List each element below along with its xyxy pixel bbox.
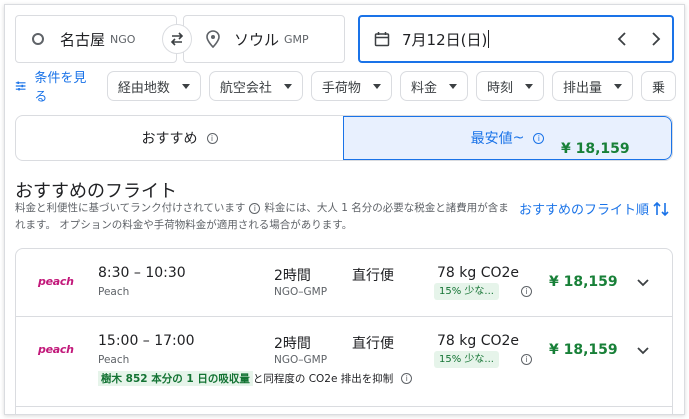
swap-icon xyxy=(170,32,184,46)
origin-field[interactable]: 名古屋 NGO xyxy=(15,15,177,63)
airline-name: Peach xyxy=(98,354,130,366)
info-icon[interactable]: i xyxy=(249,203,261,214)
eco-highlight: 樹木 852 本分の 1 日の吸収量 xyxy=(98,371,253,386)
flight-times: 8:30 – 10:30 xyxy=(98,265,186,281)
filter-times-label: 時刻 xyxy=(486,80,513,96)
flight-duration: 2時間 xyxy=(274,268,311,284)
info-icon[interactable]: i xyxy=(521,286,532,297)
sort-order-label: おすすめのフライト順 xyxy=(519,203,650,218)
filter-bags-label: 手荷物 xyxy=(321,80,361,96)
tab-cheapest-suffix: ~ xyxy=(512,130,525,146)
filter-bags[interactable]: 手荷物 xyxy=(310,71,392,101)
flight-stops: 直行便 xyxy=(352,336,394,352)
flight-duration: 2時間 xyxy=(274,336,311,352)
info-icon[interactable]: i xyxy=(401,373,413,384)
destination-city: ソウル xyxy=(234,30,280,49)
info-icon[interactable]: i xyxy=(521,354,532,365)
filter-airlines-label: 航空会社 xyxy=(219,80,272,96)
filter-price-label: 料金 xyxy=(410,80,437,96)
chevron-right-icon[interactable] xyxy=(646,29,664,49)
filter-more[interactable]: 乗 xyxy=(640,71,676,101)
show-conditions-label: 条件を見る xyxy=(34,71,87,105)
dropdown-arrow-icon xyxy=(448,83,457,89)
origin-code: NGO xyxy=(110,32,136,46)
dropdown-arrow-icon xyxy=(181,83,190,89)
dropdown-arrow-icon xyxy=(524,83,533,89)
results-description: 料金と利便性に基づいてランク付けされています i 料金には、大人 1 名分の必要な税… xyxy=(15,200,510,234)
calendar-icon xyxy=(374,32,390,47)
sort-arrows-icon xyxy=(653,201,669,216)
info-icon[interactable]: i xyxy=(533,132,545,144)
chevron-down-icon[interactable] xyxy=(634,341,652,359)
flight-price: ¥ 18,159 xyxy=(549,342,618,358)
filter-emissions-label: 排出量 xyxy=(562,80,602,96)
co2-emissions: 78 kg CO2e xyxy=(437,333,520,349)
sort-tabs: おすすめ i 最安値 ¥ 18,159 ~ i xyxy=(15,115,673,161)
date-nav xyxy=(614,29,664,49)
show-conditions-button[interactable]: 条件を見る xyxy=(15,67,87,105)
filter-times[interactable]: 時刻 xyxy=(475,71,544,101)
flight-times: 15:00 – 17:00 xyxy=(98,333,195,349)
co2-badge: 15% 少な... xyxy=(434,351,499,368)
sort-order-button[interactable]: おすすめのフライト順 xyxy=(519,199,669,218)
tab-cheapest-label: 最安値 xyxy=(470,131,513,147)
filter-stops[interactable]: 経由地数 xyxy=(106,71,201,101)
tab-recommended-label: おすすめ xyxy=(141,131,198,147)
flight-price: ¥ 18,159 xyxy=(549,274,618,290)
destination-code: GMP xyxy=(284,32,309,46)
flight-stops: 直行便 xyxy=(352,268,394,284)
flight-route: NGO–GMP xyxy=(274,354,328,366)
departure-date: 7月12日(日) xyxy=(402,30,488,49)
co2-badge: 15% 少な... xyxy=(434,283,499,300)
dropdown-arrow-icon xyxy=(613,83,622,89)
filter-airlines[interactable]: 航空会社 xyxy=(208,71,303,101)
origin-city: 名古屋 xyxy=(60,30,106,49)
ranking-note: 料金と利便性に基づいてランク付けされています xyxy=(15,202,246,214)
chevron-left-icon[interactable] xyxy=(614,29,632,49)
destination-field[interactable]: ソウル GMP xyxy=(183,15,345,63)
departure-date-field[interactable]: 7月12日(日) xyxy=(358,15,674,63)
flight-row[interactable]: peach 15:00 – 17:00 Peach 2時間 NGO–GMP 直行… xyxy=(16,317,672,407)
tab-cheapest[interactable]: 最安値 ¥ 18,159 ~ i xyxy=(343,116,672,160)
airline-logo: peach xyxy=(38,275,74,288)
text-caret xyxy=(488,30,490,48)
flight-row[interactable]: peach 8:30 – 10:30 Peach 2時間 NGO–GMP 直行便… xyxy=(16,249,672,317)
swap-button[interactable] xyxy=(162,24,192,54)
flight-route: NGO–GMP xyxy=(274,286,328,298)
dropdown-arrow-icon xyxy=(372,83,381,89)
eco-rest: と同程度の CO2e 排出を抑制 xyxy=(252,373,394,385)
eco-note: 樹木 852 本分の 1 日の吸収量 と同程度の CO2e 排出を抑制 i xyxy=(98,371,413,386)
flight-results-list: peach 8:30 – 10:30 Peach 2時間 NGO–GMP 直行便… xyxy=(15,248,673,414)
dropdown-arrow-icon xyxy=(283,83,292,89)
filter-stops-label: 経由地数 xyxy=(117,80,170,96)
filter-price[interactable]: 料金 xyxy=(399,71,468,101)
chevron-down-icon[interactable] xyxy=(634,273,652,291)
flights-page: 名古屋 NGO ソウル GMP 7月12日(日) 条件を見る 経由地数 航空会社… xyxy=(4,4,685,415)
filter-emissions[interactable]: 排出量 xyxy=(551,71,633,101)
airline-name: Peach xyxy=(98,286,130,298)
co2-emissions: 78 kg CO2e xyxy=(437,265,520,281)
tune-icon xyxy=(15,81,26,91)
location-pin-icon xyxy=(206,30,220,48)
info-icon[interactable]: i xyxy=(206,132,218,144)
filter-bar: 条件を見る 経由地数 航空会社 手荷物 料金 時刻 排出量 乗 xyxy=(15,71,684,105)
airline-logo: peach xyxy=(38,343,74,356)
filter-more-label: 乗 xyxy=(651,80,665,96)
origin-circle-icon xyxy=(32,33,44,45)
tab-recommended[interactable]: おすすめ i xyxy=(16,116,343,160)
tab-cheapest-price: ¥ 18,159 xyxy=(561,141,630,157)
